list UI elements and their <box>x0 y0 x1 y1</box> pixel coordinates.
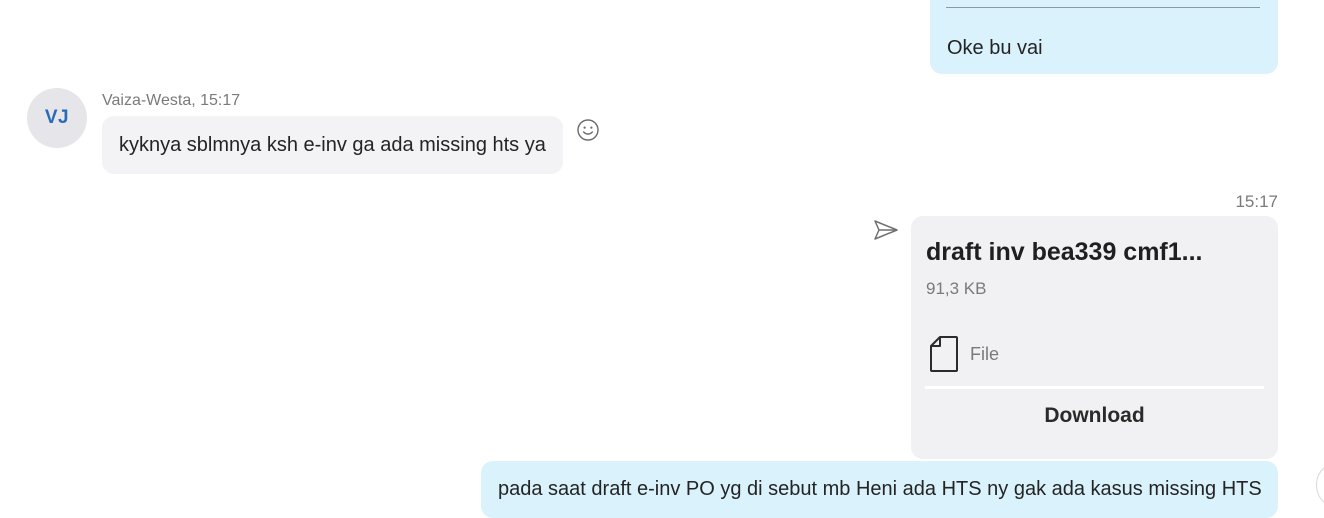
file-type-label: File <box>970 344 1000 364</box>
message-timestamp: 15:17 <box>1235 192 1278 211</box>
file-name[interactable]: draft inv bea339 cmf1... <box>926 238 1203 267</box>
sent-paper-plane-icon <box>872 218 900 242</box>
file-size: 91,3 KB <box>926 279 987 298</box>
avatar[interactable]: VJ <box>27 88 87 148</box>
avatar-initials: VJ <box>44 107 70 128</box>
emoji-smile-icon[interactable] <box>576 118 600 142</box>
download-button[interactable]: Download <box>925 394 1264 438</box>
incoming-message-bubble[interactable]: kyknya sblmnya ksh e-inv ga ada missing … <box>102 116 563 174</box>
divider <box>925 386 1264 389</box>
message-text: Oke bu vai <box>947 37 1043 59</box>
message-text: pada saat draft e-inv PO yg di sebut mb … <box>498 478 1262 500</box>
quote-divider <box>946 7 1260 8</box>
scroll-to-bottom-button[interactable] <box>1316 461 1324 509</box>
sender-name-timestamp: Vaiza-Westa, 15:17 <box>102 92 241 109</box>
outgoing-message-bubble[interactable]: pada saat draft e-inv PO yg di sebut mb … <box>481 461 1278 518</box>
file-attachment-card[interactable]: draft inv bea339 cmf1... 91,3 KB File Do… <box>911 216 1278 459</box>
file-document-icon <box>929 335 959 373</box>
message-text: kyknya sblmnya ksh e-inv ga ada missing … <box>119 133 546 156</box>
outgoing-message-bubble[interactable]: Oke bu vai <box>930 0 1278 74</box>
